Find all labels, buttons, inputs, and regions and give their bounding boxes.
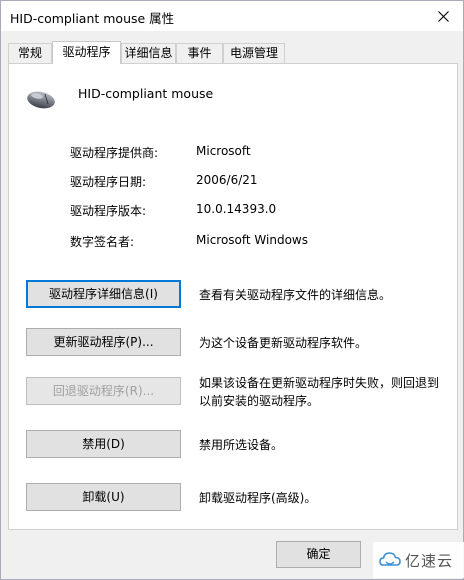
rollback-driver-desc: 如果该设备在更新驱动程序时失败，则回退到以前安装的驱动程序。 (199, 376, 440, 408)
close-icon (437, 10, 449, 22)
driver-details-desc: 查看有关驱动程序文件的详细信息。 (199, 288, 392, 302)
update-driver-button[interactable]: 更新驱动程序(P)... (26, 328, 181, 356)
ok-button[interactable]: 确定 (276, 541, 361, 568)
uninstall-driver-button[interactable]: 卸载(U) (26, 483, 181, 511)
date-value: 2006/6/21 (196, 173, 258, 187)
provider-value: Microsoft (196, 144, 251, 158)
driver-panel: HID-compliant mouse 驱动程序提供商: Microsoft 驱… (8, 63, 458, 530)
update-driver-desc: 为这个设备更新驱动程序软件。 (199, 336, 368, 350)
properties-dialog: HID-compliant mouse 属性 常规 驱动程序 详细信息 事件 电… (0, 0, 464, 580)
title-bar: HID-compliant mouse 属性 (1, 1, 463, 31)
tab-general[interactable]: 常规 (8, 43, 52, 63)
date-label: 驱动程序日期: (70, 175, 147, 189)
version-label: 驱动程序版本: (70, 204, 147, 218)
version-value: 10.0.14393.0 (196, 202, 277, 216)
rollback-driver-button[interactable]: 回退驱动程序(R)... (26, 377, 181, 405)
cloud-logo-icon (379, 552, 401, 566)
driver-details-button[interactable]: 驱动程序详细信息(I) (26, 280, 181, 308)
mouse-icon (27, 91, 55, 109)
signer-label: 数字签名者: (70, 235, 135, 249)
tab-events[interactable]: 事件 (176, 43, 223, 63)
tab-power-management[interactable]: 电源管理 (223, 43, 285, 63)
signer-value: Microsoft Windows (196, 233, 308, 247)
tab-details[interactable]: 详细信息 (121, 43, 176, 63)
watermark: 亿速云 (373, 542, 464, 578)
device-name: HID-compliant mouse (78, 86, 214, 101)
uninstall-driver-desc: 卸载驱动程序(高级)。 (199, 491, 317, 505)
tab-driver[interactable]: 驱动程序 (52, 41, 121, 64)
provider-label: 驱动程序提供商: (70, 146, 159, 160)
disable-device-desc: 禁用所选设备。 (199, 438, 284, 452)
disable-device-button[interactable]: 禁用(D) (26, 430, 181, 458)
watermark-text: 亿速云 (405, 551, 454, 570)
window-title: HID-compliant mouse 属性 (10, 11, 175, 26)
close-button[interactable] (423, 1, 463, 31)
